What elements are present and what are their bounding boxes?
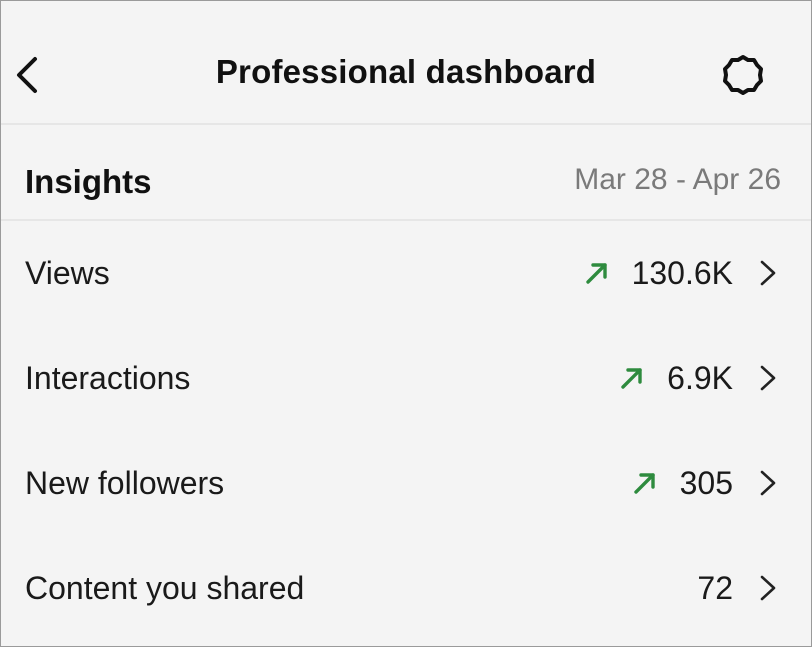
gear-icon [723, 55, 763, 95]
metric-value-group: 72 [697, 568, 777, 608]
professional-dashboard-screen: Professional dashboard Insights Mar 28 -… [0, 0, 812, 647]
metric-value: 305 [679, 464, 733, 501]
metric-label: Interactions [25, 360, 191, 396]
header-bar: Professional dashboard [1, 1, 811, 125]
trend-up-icon [633, 473, 655, 494]
chevron-right-icon [760, 575, 776, 601]
metric-value-group: 130.6K [582, 253, 777, 293]
page-title: Professional dashboard [215, 53, 597, 90]
settings-button[interactable] [719, 51, 767, 99]
metric-value-group: 305 [630, 463, 777, 503]
metric-row-new-followers[interactable]: New followers 305 [1, 431, 811, 535]
metric-label: New followers [25, 465, 225, 501]
metric-label: Content you shared [25, 570, 305, 606]
metric-value: 72 [697, 569, 733, 606]
metric-value: 6.9K [667, 359, 733, 396]
metric-label: Views [25, 255, 110, 291]
chevron-right-icon [760, 260, 776, 286]
trend-up-icon [621, 368, 642, 389]
metric-row-interactions[interactable]: Interactions 6.9K [1, 326, 811, 430]
trend-up-icon [585, 263, 607, 284]
insights-title: Insights [25, 163, 152, 200]
metric-row-views[interactable]: Views 130.6K [1, 221, 811, 325]
metric-row-content-shared[interactable]: Content you shared 72 [1, 536, 811, 640]
chevron-right-icon [760, 365, 776, 391]
insights-header: Insights Mar 28 - Apr 26 [1, 127, 811, 221]
chevron-right-icon [760, 470, 776, 496]
date-range-label[interactable]: Mar 28 - Apr 26 [574, 163, 781, 197]
metric-value: 130.6K [631, 254, 733, 291]
metric-value-group: 6.9K [617, 358, 777, 398]
